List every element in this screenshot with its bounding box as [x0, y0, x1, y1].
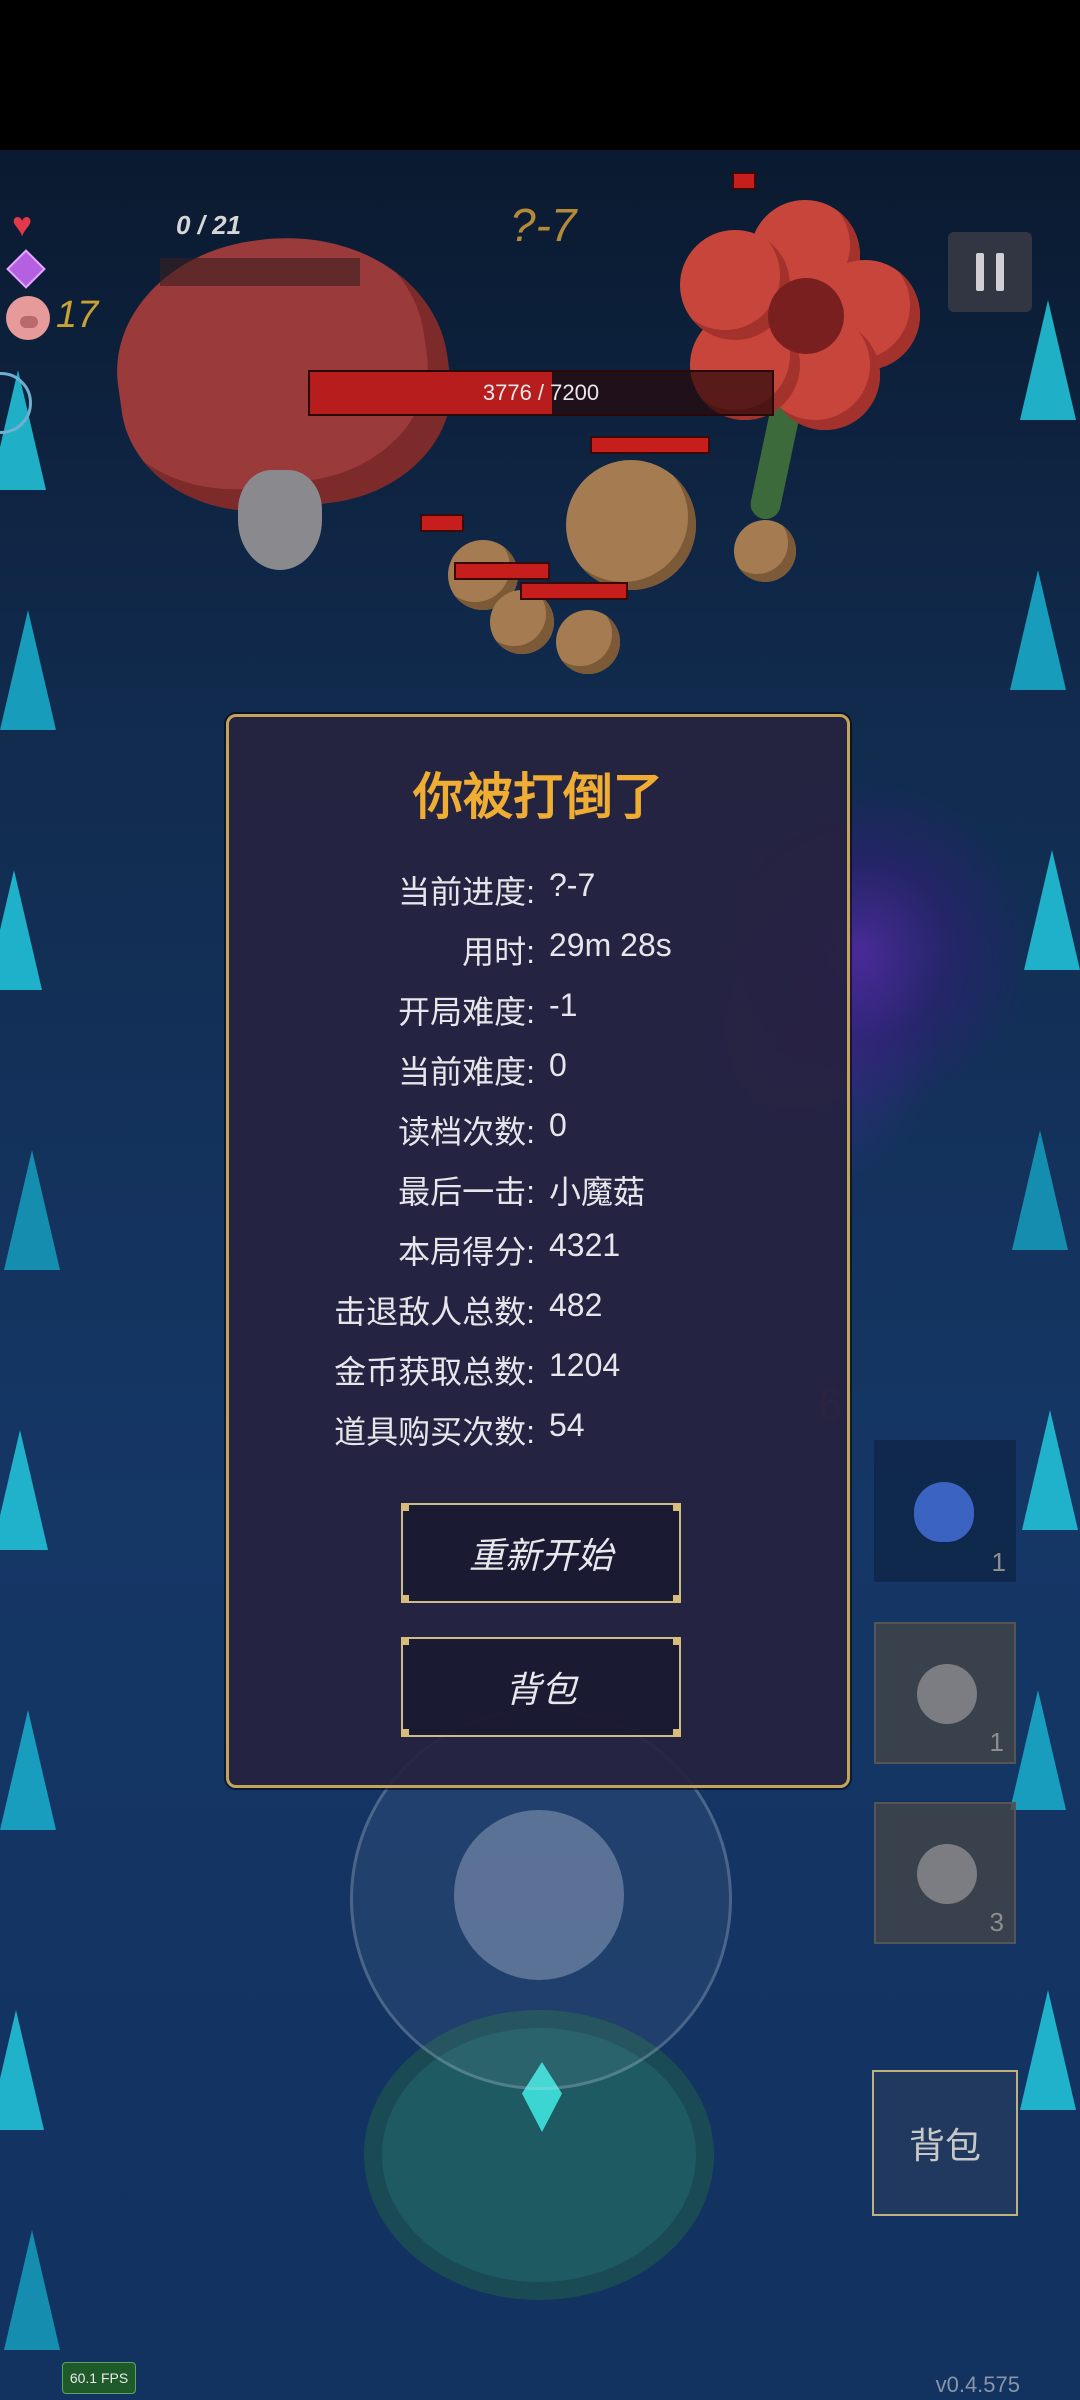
pause-icon	[976, 253, 984, 291]
enemy-rock	[566, 460, 696, 590]
stat-value: 54	[549, 1407, 585, 1443]
stat-row: 读档次数: 0	[229, 1107, 847, 1157]
crystal-left-2	[0, 610, 56, 730]
stat-row: 金币获取总数: 1204	[229, 1347, 847, 1397]
stat-value: 0	[549, 1107, 567, 1143]
stat-row: 用时: 29m 28s	[229, 927, 847, 977]
enemy-hp-bar	[420, 514, 464, 532]
stat-label: 用时:	[462, 934, 535, 970]
crystal-right-3	[1024, 850, 1080, 970]
version-label: v0.4.575	[935, 2372, 1020, 2397]
stat-label: 本局得分:	[398, 1234, 535, 1270]
item-count: 3	[989, 1907, 1004, 1937]
stat-label: 读档次数:	[398, 1114, 535, 1150]
crystal-right-5	[1022, 1410, 1078, 1530]
stat-row: 最后一击: 小魔菇	[229, 1167, 847, 1217]
pause-icon	[996, 253, 1004, 291]
button-corner	[401, 1503, 409, 1511]
stat-label: 开局难度:	[398, 994, 535, 1030]
button-corner	[673, 1503, 681, 1511]
crystal-left-7	[0, 2010, 44, 2130]
boss-hp-bar: 3776 / 7200	[308, 370, 774, 416]
stat-row: 本局得分: 4321	[229, 1227, 847, 1277]
stat-value: 4321	[549, 1227, 621, 1263]
enemy-rock	[556, 610, 620, 674]
item-slot-potion[interactable]: 1	[874, 1440, 1016, 1582]
button-corner	[401, 1637, 409, 1645]
stat-row: 当前难度: 0	[229, 1047, 847, 1097]
item-slot-3[interactable]: 3	[874, 1802, 1016, 1944]
stat-value: 0	[549, 1047, 567, 1083]
crystal-right-7	[1020, 1990, 1076, 2110]
stat-value: 482	[549, 1287, 603, 1323]
joystick-knob[interactable]	[454, 1810, 624, 1980]
dialog-title: 你被打倒了	[413, 769, 663, 825]
enemy-hp-bar	[732, 172, 756, 190]
stat-value: 1204	[549, 1347, 621, 1383]
stat-value: 29m 28s	[549, 927, 672, 963]
button-corner	[401, 1595, 409, 1603]
pig-snout	[20, 316, 38, 328]
crystal-right-1	[1020, 300, 1076, 420]
boss-hp-text: 3776 / 7200	[482, 380, 600, 405]
button-corner	[673, 1729, 681, 1737]
stat-row: 开局难度: -1	[229, 987, 847, 1037]
crystal-left-8	[4, 2230, 60, 2350]
crystal-left-5	[0, 1430, 48, 1550]
kill-count: 0 / 21	[176, 210, 242, 240]
bag-button-label: 背包	[504, 1669, 577, 1710]
flower-center	[768, 278, 844, 354]
crystal-left-4	[4, 1150, 60, 1270]
fps-counter: 60.1 FPS	[62, 2362, 136, 2394]
crystal-right-2	[1010, 570, 1066, 690]
top-letterbox	[0, 0, 1080, 150]
giant-mushroom-stem	[238, 470, 322, 570]
button-corner	[401, 1729, 409, 1737]
stat-row: 当前进度: ?-7	[229, 867, 847, 917]
enemy-rock	[734, 520, 796, 582]
stat-value: -1	[549, 987, 578, 1023]
enemy-hp-bar	[454, 562, 550, 580]
coin-count: 17	[56, 294, 99, 336]
button-corner	[673, 1595, 681, 1603]
stat-label: 当前难度:	[398, 1054, 535, 1090]
stat-label: 道具购买次数:	[334, 1414, 535, 1450]
stat-label: 击退敌人总数:	[334, 1294, 535, 1330]
crystal-left-6	[0, 1710, 56, 1830]
item-icon	[917, 1844, 977, 1904]
restart-button[interactable]: 重新开始	[401, 1503, 681, 1603]
item-slot-2[interactable]: 1	[874, 1622, 1016, 1764]
enemy-hp-bar	[590, 436, 710, 454]
crystal-right-4	[1012, 1130, 1068, 1250]
stat-value: ?-7	[549, 867, 596, 903]
item-icon	[917, 1664, 977, 1724]
stat-label: 当前进度:	[398, 874, 535, 910]
defeat-dialog: 你被打倒了 当前进度: ?-7 用时: 29m 28s 开局难度: -1 当前难…	[226, 714, 850, 1788]
potion-icon	[914, 1482, 974, 1542]
level-label: ?-7	[510, 199, 577, 251]
crystal-right-6	[1010, 1690, 1066, 1810]
crystal-left-3	[0, 870, 42, 990]
bag-button[interactable]: 背包	[401, 1637, 681, 1737]
kill-progress-bar	[160, 258, 360, 286]
button-corner	[673, 1637, 681, 1645]
enemy-hp-bar	[520, 582, 628, 600]
item-count: 1	[991, 1547, 1006, 1577]
heart-icon: ♥	[12, 206, 33, 244]
stat-label: 最后一击:	[398, 1174, 535, 1210]
stat-row: 击退敌人总数: 482	[229, 1287, 847, 1337]
item-count: 1	[989, 1727, 1004, 1757]
stat-value: 小魔菇	[549, 1174, 646, 1210]
pause-button[interactable]	[948, 232, 1032, 312]
bag-side-button[interactable]: 背包	[872, 2070, 1018, 2216]
restart-button-label: 重新开始	[468, 1535, 613, 1576]
stat-label: 金币获取总数:	[334, 1354, 535, 1390]
stat-row: 道具购买次数: 54	[229, 1407, 847, 1457]
